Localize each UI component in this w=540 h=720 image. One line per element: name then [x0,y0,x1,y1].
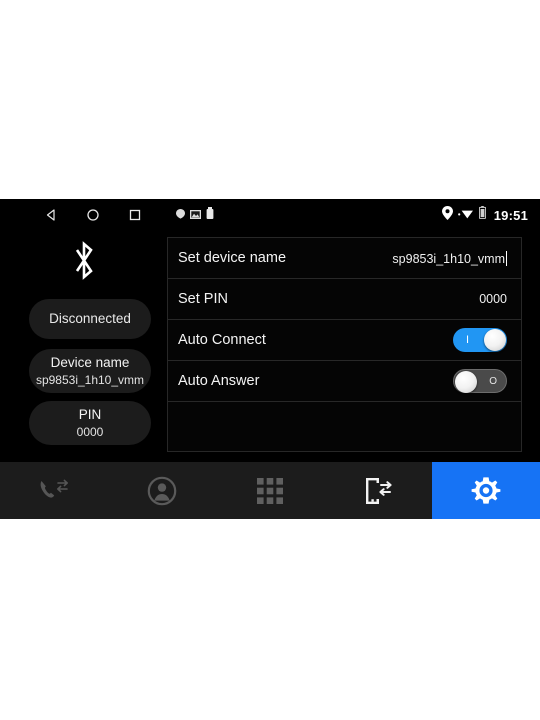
set-pin-label: Set PIN [178,291,228,307]
car-head-unit-screen: 19:51 Disconnected Device name sp9853i_1… [0,199,540,519]
row-auto-answer[interactable]: Auto Answer O [168,361,521,402]
set-pin-value[interactable]: 0000 [479,292,507,306]
text-caret [506,250,507,266]
bottom-tab-bar [0,462,540,519]
battery-icon [478,206,486,224]
tab-settings[interactable] [432,462,540,519]
navigation-bar [44,208,142,222]
location-icon [441,205,453,225]
toggle-off-mark: O [489,376,497,387]
notification-icons [176,206,214,224]
pin-title: PIN [78,407,102,422]
set-device-name-input[interactable]: sp9853i_1h10_vmm [392,250,507,266]
auto-connect-toggle[interactable]: I [453,328,507,352]
recents-button[interactable] [128,208,142,222]
tab-dialpad[interactable] [216,462,324,519]
device-name-value: sp9853i_1h10_vmm [35,373,145,387]
home-button[interactable] [86,208,100,222]
toggle-knob [484,329,506,351]
row-empty [168,402,521,446]
tab-contacts[interactable] [108,462,216,519]
device-name-pill: Device name sp9853i_1h10_vmm [29,349,151,393]
bluetooth-info-panel: Disconnected Device name sp9853i_1h10_vm… [0,231,167,462]
phone-transfer-icon [362,475,394,507]
tab-sync[interactable] [324,462,432,519]
set-device-name-label: Set device name [178,250,287,266]
row-auto-connect[interactable]: Auto Connect I [168,320,521,361]
screenshot-icon [190,206,201,224]
toggle-on-mark: I [466,334,470,346]
gear-icon [470,475,502,507]
connection-status-pill: Disconnected [29,299,151,339]
auto-answer-label: Auto Answer [178,373,260,389]
set-device-name-value: sp9853i_1h10_vmm [392,251,505,266]
notification-dot-icon [176,206,185,224]
bluetooth-settings-list: Set device name sp9853i_1h10_vmm Set PIN… [167,237,522,452]
auto-answer-toggle[interactable]: O [453,369,507,393]
connection-status-label: Disconnected [49,311,131,326]
back-button[interactable] [44,208,58,222]
status-clock: 19:51 [493,207,528,223]
auto-connect-label: Auto Connect [178,332,266,348]
usb-icon [206,206,214,224]
screenshot-canvas: 19:51 Disconnected Device name sp9853i_1… [0,0,540,720]
row-set-device-name[interactable]: Set device name sp9853i_1h10_vmm [168,238,521,279]
dialpad-grid-icon [256,477,284,505]
pin-value: 0000 [76,425,104,439]
status-indicators: 19:51 [441,205,528,225]
row-set-pin[interactable]: Set PIN 0000 [168,279,521,320]
android-status-bar: 19:51 [0,199,540,231]
tab-call-log[interactable] [0,462,108,519]
pin-pill: PIN 0000 [29,401,151,445]
toggle-knob [455,371,477,393]
contact-avatar-icon [147,476,177,506]
wifi-icon [457,206,474,224]
device-name-title: Device name [50,355,130,370]
bluetooth-icon [0,239,167,288]
phone-calls-icon [37,477,71,505]
